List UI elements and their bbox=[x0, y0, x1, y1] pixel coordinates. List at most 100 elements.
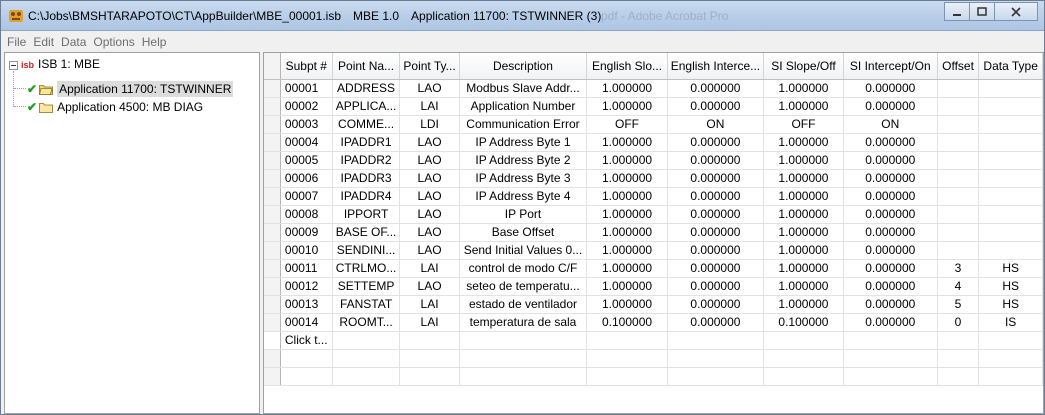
table-cell[interactable] bbox=[586, 331, 668, 350]
table-cell[interactable]: 0.000000 bbox=[843, 277, 938, 296]
table-cell[interactable]: 1.000000 bbox=[586, 241, 668, 260]
table-cell[interactable] bbox=[332, 331, 401, 350]
table-cell[interactable] bbox=[978, 187, 1043, 206]
table-cell[interactable] bbox=[399, 331, 460, 350]
table-cell[interactable]: COMME... bbox=[332, 115, 401, 134]
table-cell[interactable] bbox=[978, 79, 1043, 98]
column-header[interactable]: Data Type bbox=[978, 53, 1043, 80]
column-header[interactable]: Subpt # bbox=[280, 53, 333, 80]
new-row-prompt[interactable]: Click t... bbox=[280, 331, 333, 350]
table-cell[interactable]: estado de ventilador bbox=[459, 295, 588, 314]
table-cell[interactable]: 0.000000 bbox=[843, 205, 938, 224]
table-cell[interactable]: LAI bbox=[399, 295, 460, 314]
table-cell[interactable]: 0.000000 bbox=[667, 223, 765, 242]
table-cell[interactable] bbox=[978, 133, 1043, 152]
table-cell[interactable]: 1.000000 bbox=[586, 79, 668, 98]
table-cell[interactable] bbox=[978, 97, 1043, 116]
table-cell[interactable]: IP Address Byte 1 bbox=[459, 133, 588, 152]
table-cell[interactable]: 0.000000 bbox=[843, 295, 938, 314]
table-cell[interactable]: 0.000000 bbox=[667, 133, 765, 152]
table-cell[interactable]: FANSTAT bbox=[332, 295, 401, 314]
table-row[interactable]: 00004 IPADDR1 LAO IP Address Byte 1 1.000000… bbox=[264, 133, 1043, 152]
table-cell[interactable]: IPADDR1 bbox=[332, 133, 401, 152]
table-row[interactable]: 00008 IPPORT LAO IP Port 1.000000 0.000000 1.0… bbox=[264, 205, 1043, 224]
table-cell[interactable]: LAO bbox=[399, 133, 460, 152]
table-cell[interactable]: 1.000000 bbox=[763, 295, 844, 314]
table-cell[interactable]: 00004 bbox=[280, 133, 333, 152]
table-cell[interactable]: SETTEMP bbox=[332, 277, 401, 296]
table-row[interactable]: 00001 ADDRESS LAO Modbus Slave Addr... 1.000… bbox=[264, 79, 1043, 98]
table-row[interactable]: 00006 IPADDR3 LAO IP Address Byte 3 1.000000… bbox=[264, 169, 1043, 188]
table-cell[interactable]: ROOMT... bbox=[332, 313, 401, 332]
table-cell[interactable] bbox=[978, 205, 1043, 224]
column-header[interactable]: SI Slope/Off bbox=[763, 53, 844, 80]
table-cell[interactable] bbox=[937, 205, 980, 224]
title-bar[interactable]: C:\Jobs\BMSHTARAPOTO\CT\AppBuilder\MBE_0… bbox=[1, 1, 1044, 31]
row-selector[interactable] bbox=[264, 205, 281, 224]
table-cell[interactable] bbox=[763, 331, 844, 350]
menu-help[interactable]: Help bbox=[142, 35, 167, 49]
table-cell[interactable] bbox=[459, 331, 588, 350]
table-cell[interactable] bbox=[978, 331, 1043, 350]
table-cell[interactable]: 1.000000 bbox=[763, 151, 844, 170]
table-cell[interactable]: 0.000000 bbox=[843, 259, 938, 278]
table-cell[interactable] bbox=[978, 151, 1043, 170]
table-cell[interactable] bbox=[937, 223, 980, 242]
table-cell[interactable] bbox=[843, 331, 938, 350]
new-row[interactable]: Click t... bbox=[264, 331, 1043, 350]
table-cell[interactable]: 0.000000 bbox=[843, 151, 938, 170]
table-cell[interactable]: 1.000000 bbox=[763, 187, 844, 206]
table-cell[interactable]: Send Initial Values 0... bbox=[459, 241, 588, 260]
table-cell[interactable]: LAO bbox=[399, 151, 460, 170]
row-selector[interactable] bbox=[264, 331, 281, 350]
table-row[interactable]: 00010 SENDINI... LAO Send Initial Values 0.… bbox=[264, 241, 1043, 260]
table-cell[interactable]: 0.000000 bbox=[667, 313, 765, 332]
table-cell[interactable]: 0.000000 bbox=[667, 259, 765, 278]
column-header[interactable]: Point Ty... bbox=[399, 53, 460, 80]
row-selector[interactable] bbox=[264, 187, 281, 206]
table-cell[interactable]: temperatura de sala bbox=[459, 313, 588, 332]
table-cell[interactable]: 00001 bbox=[280, 79, 333, 98]
table-cell[interactable]: LAI bbox=[399, 313, 460, 332]
table-cell[interactable]: IP Address Byte 3 bbox=[459, 169, 588, 188]
table-cell[interactable]: 1.000000 bbox=[586, 205, 668, 224]
table-cell[interactable]: 00005 bbox=[280, 151, 333, 170]
table-cell[interactable]: 0.100000 bbox=[763, 313, 844, 332]
table-cell[interactable]: 0.000000 bbox=[667, 169, 765, 188]
table-cell[interactable]: 0.100000 bbox=[586, 313, 668, 332]
minimize-button[interactable] bbox=[944, 2, 970, 21]
table-cell[interactable]: Modbus Slave Addr... bbox=[459, 79, 588, 98]
table-cell[interactable]: BASE OF... bbox=[332, 223, 401, 242]
table-cell[interactable]: 1.000000 bbox=[763, 277, 844, 296]
table-cell[interactable]: 0.000000 bbox=[843, 313, 938, 332]
table-cell[interactable]: 1.000000 bbox=[586, 133, 668, 152]
row-selector[interactable] bbox=[264, 313, 281, 332]
table-cell[interactable]: 1.000000 bbox=[763, 97, 844, 116]
table-cell[interactable]: 0.000000 bbox=[667, 79, 765, 98]
column-header[interactable]: English Slo... bbox=[586, 53, 668, 80]
table-cell[interactable]: 0.000000 bbox=[843, 169, 938, 188]
table-cell[interactable]: 0.000000 bbox=[667, 187, 765, 206]
table-cell[interactable]: 1.000000 bbox=[586, 151, 668, 170]
table-cell[interactable]: 0.000000 bbox=[667, 295, 765, 314]
table-cell[interactable]: LAO bbox=[399, 277, 460, 296]
table-cell[interactable]: Communication Error bbox=[459, 115, 588, 134]
table-cell[interactable]: 1.000000 bbox=[586, 97, 668, 116]
table-cell[interactable] bbox=[937, 241, 980, 260]
table-cell[interactable] bbox=[937, 151, 980, 170]
table-cell[interactable]: 1.000000 bbox=[763, 259, 844, 278]
table-cell[interactable]: LAO bbox=[399, 223, 460, 242]
table-cell[interactable]: 1.000000 bbox=[763, 169, 844, 188]
table-row[interactable]: 00013 FANSTAT LAI estado de ventilador 1.000… bbox=[264, 295, 1043, 314]
table-cell[interactable]: 0.000000 bbox=[843, 133, 938, 152]
row-selector[interactable] bbox=[264, 241, 281, 260]
table-cell[interactable]: LAO bbox=[399, 241, 460, 260]
close-button[interactable] bbox=[994, 2, 1038, 21]
menu-data[interactable]: Data bbox=[61, 35, 86, 49]
table-cell[interactable]: 0.000000 bbox=[843, 241, 938, 260]
table-cell[interactable]: 00011 bbox=[280, 259, 333, 278]
table-row[interactable]: 00007 IPADDR4 LAO IP Address Byte 4 1.000000… bbox=[264, 187, 1043, 206]
table-cell[interactable] bbox=[937, 331, 980, 350]
table-cell[interactable]: seteo de temperatu... bbox=[459, 277, 588, 296]
table-row[interactable]: 00003 COMME... LDI Communication Error OFF ON… bbox=[264, 115, 1043, 134]
